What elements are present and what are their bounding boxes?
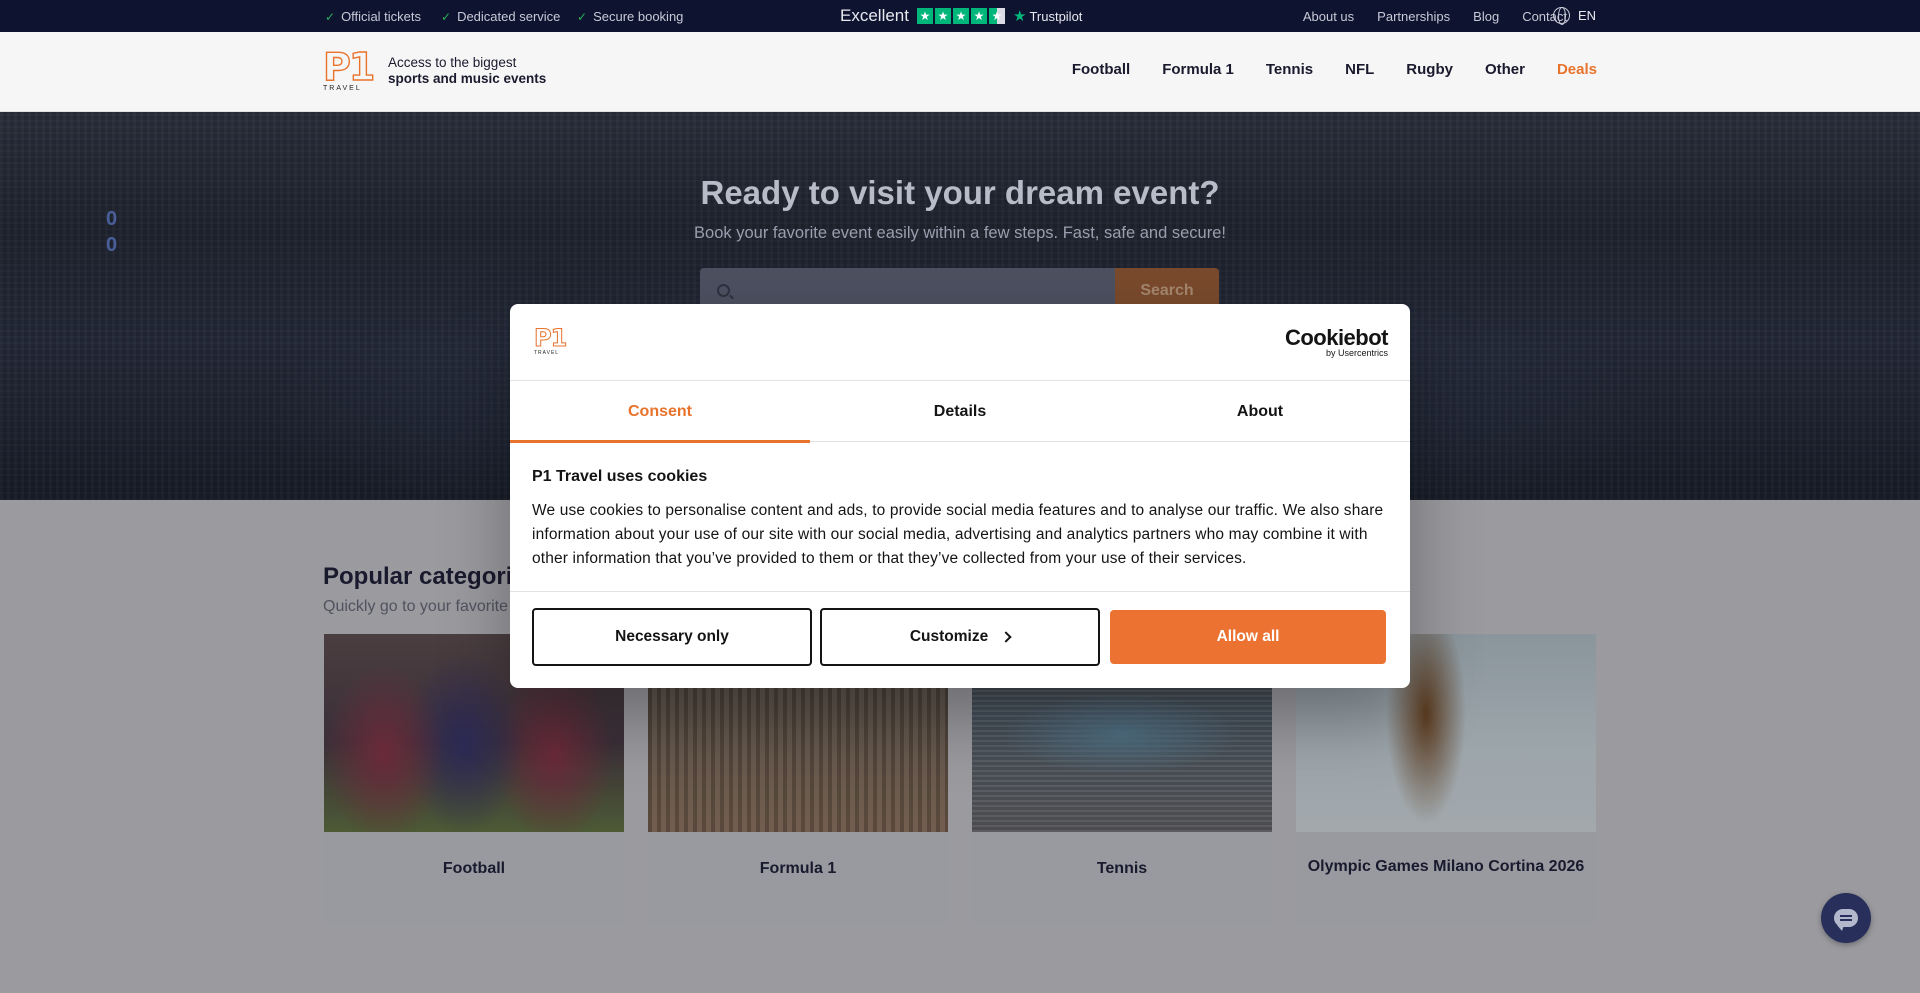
check-icon: ✓	[325, 9, 336, 24]
cookie-consent-dialog: P1 TRAVEL Cookiebot by Usercentrics Cons…	[510, 304, 1410, 688]
usp-secure-booking: ✓ Secure booking	[577, 9, 683, 24]
usp-official-tickets: ✓ Official tickets	[325, 9, 421, 24]
dialog-title: P1 Travel uses cookies	[532, 468, 708, 485]
necessary-only-button[interactable]: Necessary only	[532, 608, 812, 666]
category-label: Olympic Games Milano Cortina 2026	[1307, 858, 1585, 875]
link-partnerships[interactable]: Partnerships	[1377, 9, 1450, 24]
trustpilot-logo: ★ Trustpilot	[1013, 7, 1082, 25]
star-icon: ★	[952, 8, 969, 24]
nav-nfl[interactable]: NFL	[1345, 61, 1374, 78]
dialog-body: P1 Travel uses cookies We use cookies to…	[532, 468, 1392, 571]
chevron-right-icon	[1000, 631, 1012, 643]
globe-icon	[1553, 7, 1570, 25]
search-icon	[717, 284, 730, 297]
star-half-icon: ★	[988, 8, 1005, 24]
tagline-line1: Access to the biggest	[388, 55, 517, 70]
dialog-header: P1 TRAVEL Cookiebot by Usercentrics	[510, 304, 1410, 381]
customize-button[interactable]: Customize	[820, 608, 1100, 666]
dialog-text: We use cookies to personalise content an…	[532, 502, 1384, 567]
nav-football[interactable]: Football	[1072, 61, 1130, 78]
button-label: Customize	[909, 628, 989, 645]
chat-icon	[1834, 909, 1858, 931]
trustpilot-widget[interactable]: Excellent ★ ★ ★ ★ ★ ★ Trustpilot	[840, 6, 1082, 26]
usp-label: Dedicated service	[457, 9, 561, 24]
cookiebot-logo[interactable]: Cookiebot by Usercentrics	[1284, 325, 1389, 359]
nav-formula-1[interactable]: Formula 1	[1162, 61, 1234, 78]
nav-deals[interactable]: Deals	[1557, 61, 1597, 78]
dialog-tabs: Consent Details About	[510, 381, 1410, 443]
dialog-logo: P1 TRAVEL	[534, 324, 568, 360]
logo-mark: P1	[322, 45, 376, 89]
trustpilot-star-icon: ★	[1012, 8, 1027, 25]
language-selector[interactable]: EN	[1553, 7, 1597, 25]
hero-title: Ready to visit your dream event?	[700, 174, 1220, 211]
star-icon: ★	[916, 8, 933, 24]
trustpilot-rating-text: Excellent	[840, 6, 909, 25]
top-links: About us Partnerships Blog Contact	[1303, 9, 1567, 24]
star-icon: ★	[934, 8, 951, 24]
link-blog[interactable]: Blog	[1473, 9, 1499, 24]
button-label: Necessary only	[615, 628, 729, 645]
hero-subtitle: Book your favorite event easily within a…	[694, 224, 1226, 242]
categories-title: Popular categories	[323, 563, 540, 590]
logo-mark: P1	[534, 324, 568, 352]
tab-about[interactable]: About	[1110, 381, 1410, 442]
dialog-footer: Necessary only Customize Allow all	[510, 591, 1410, 688]
trustpilot-stars: ★ ★ ★ ★ ★	[916, 8, 1005, 24]
trustpilot-brand: Trustpilot	[1029, 8, 1083, 24]
site-header: P1 TRAVEL Access to the biggest sports a…	[0, 32, 1920, 112]
allow-all-button[interactable]: Allow all	[1110, 610, 1386, 664]
categories-subtitle: Quickly go to your favorite	[323, 598, 508, 615]
usp-label: Secure booking	[593, 9, 684, 24]
main-nav: Football Formula 1 Tennis NFL Rugby Othe…	[1072, 61, 1597, 78]
check-icon: ✓	[577, 9, 588, 24]
tagline: Access to the biggest sports and music e…	[388, 55, 546, 87]
category-label: Formula 1	[759, 860, 837, 877]
tab-details[interactable]: Details	[810, 381, 1110, 442]
chat-button[interactable]	[1821, 893, 1871, 943]
nav-other[interactable]: Other	[1485, 61, 1525, 78]
tab-consent[interactable]: Consent	[510, 381, 810, 443]
usp-label: Official tickets	[341, 9, 422, 24]
usp-dedicated-service: ✓ Dedicated service	[441, 9, 560, 24]
tagline-line2: sports and music events	[388, 71, 547, 86]
nav-tennis[interactable]: Tennis	[1266, 61, 1313, 78]
category-label: Football	[442, 860, 506, 877]
check-icon: ✓	[441, 9, 452, 24]
cookiebot-brand: Cookiebot	[1284, 325, 1389, 350]
logo-sub: TRAVEL	[323, 85, 362, 92]
star-icon: ★	[970, 8, 987, 24]
button-label: Allow all	[1216, 628, 1280, 645]
nav-rugby[interactable]: Rugby	[1406, 61, 1453, 78]
link-about-us[interactable]: About us	[1303, 9, 1354, 24]
top-bar: ✓ Official tickets ✓ Dedicated service ✓…	[0, 0, 1920, 32]
language-label: EN	[1578, 8, 1597, 23]
site-logo[interactable]: P1 TRAVEL	[322, 45, 376, 96]
category-label: Tennis	[1096, 860, 1148, 877]
